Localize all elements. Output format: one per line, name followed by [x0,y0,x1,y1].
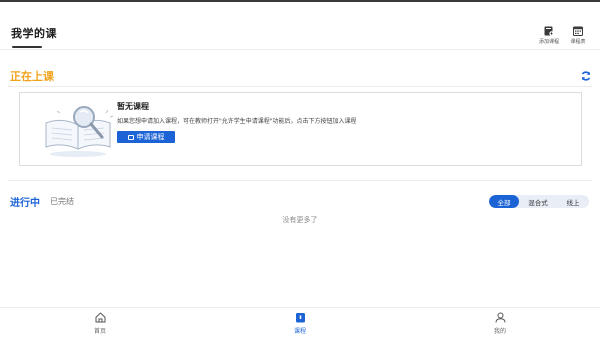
page-title: 我学的课 [11,27,57,40]
empty-course-hint: 如果您想申请加入课程，可在教师打开"允许学生申请课程"功能后，点击下方按钮加入课… [117,118,357,125]
filter-online[interactable]: 线上 [557,195,589,208]
refresh-icon[interactable] [580,70,592,82]
section-divider [8,180,592,181]
nav-item-home[interactable]: 首页 [80,312,120,335]
calendar-icon [573,26,583,36]
tab-finished[interactable]: 已完结 [50,196,74,207]
course-type-filter: 全部 混合式 线上 [489,195,589,208]
live-section-title: 正在上课 [10,70,54,83]
filter-all[interactable]: 全部 [489,195,519,208]
add-course-label: 添加课程 [538,39,559,45]
no-more-text: 没有更多了 [282,216,318,224]
bottom-nav: 首页 课程 我的 [0,307,600,337]
nav-item-profile[interactable]: 我的 [480,312,520,335]
user-icon [495,312,505,323]
nav-label-home: 首页 [93,328,106,335]
course-book-icon [295,313,305,323]
apply-course-button[interactable]: 申请课程 [117,131,175,143]
apply-icon [127,134,134,140]
home-icon [95,312,105,323]
nav-label-profile: 我的 [493,328,506,335]
nav-label-courses: 课程 [293,328,306,335]
empty-course-card: 暂无课程 如果您想申请加入课程，可在教师打开"允许学生申请课程"功能后，点击下方… [19,92,582,166]
add-course-icon [544,26,554,36]
apply-course-label: 申请课程 [136,133,165,141]
nav-item-courses[interactable]: 课程 [280,312,320,335]
empty-course-title: 暂无课程 [117,102,149,111]
schedule-label: 课程表 [570,39,586,45]
app-header: 我学的课 添加课程 课程表 [0,2,600,50]
add-course-button[interactable]: 添加课程 [533,26,565,50]
schedule-button[interactable]: 课程表 [562,26,594,50]
empty-book-illustration [45,106,114,157]
tab-ongoing[interactable]: 进行中 [10,194,40,209]
section-divider [8,86,592,87]
filter-blended[interactable]: 混合式 [519,195,557,208]
title-underline [12,46,42,48]
